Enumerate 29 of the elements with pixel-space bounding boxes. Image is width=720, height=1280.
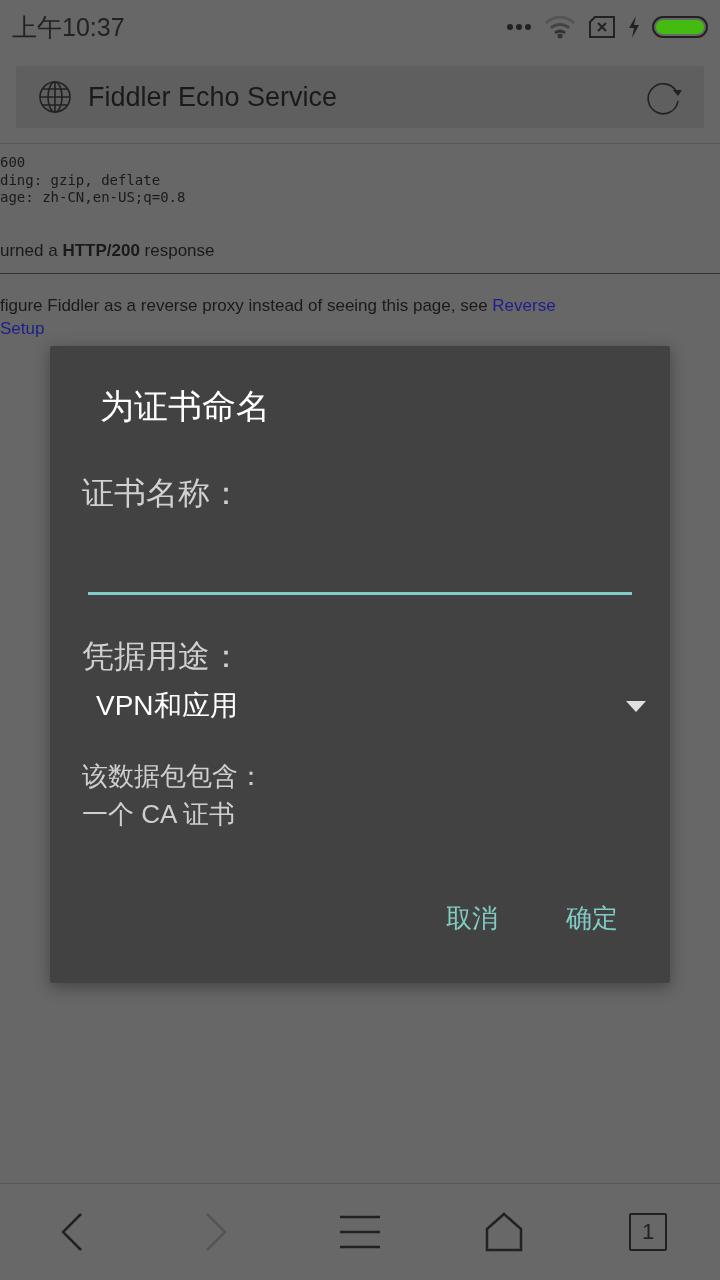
- dialog-button[interactable]: 确定: [552, 893, 632, 944]
- tabs-button[interactable]: 1: [629, 1213, 667, 1251]
- link[interactable]: Reverse: [492, 295, 556, 315]
- back-icon[interactable]: [59, 1212, 85, 1252]
- battery-icon: [652, 16, 708, 38]
- page-text: figure Fiddler as a reverse proxy instead of seeing this page, see Reverse: [0, 295, 556, 315]
- dropdown-arrow-icon: [626, 700, 646, 712]
- contents-label: 该数据包包含：: [82, 760, 264, 793]
- address-bar[interactable]: Fiddler Echo Service: [16, 66, 704, 128]
- status-time: 上午10:37: [12, 11, 125, 43]
- more-icon: [506, 23, 532, 31]
- field-label: 证书名称：: [82, 474, 242, 513]
- response-text: urned a HTTP/200 response: [0, 240, 216, 261]
- page-title: Fiddler Echo Service: [88, 81, 339, 113]
- wifi-icon: [544, 15, 576, 39]
- no-sim-icon: [588, 16, 616, 38]
- home-icon[interactable]: [485, 1212, 523, 1252]
- dialog-title: 为证书命名: [100, 386, 270, 427]
- charging-icon: [628, 16, 640, 38]
- dialog-button[interactable]: 取消: [432, 893, 512, 944]
- menu-icon[interactable]: [340, 1215, 380, 1249]
- globe-icon: [38, 80, 72, 114]
- field-label: 凭据用途：: [82, 637, 242, 676]
- code-line: ding: gzip, deflate: [0, 171, 162, 189]
- link[interactable]: Setup: [0, 318, 45, 338]
- contents-value: 一个 CA 证书: [82, 798, 236, 831]
- code-line: 600: [0, 154, 27, 172]
- code-line: age: zh-CN,en-US;q=0.8: [0, 189, 187, 207]
- dropdown[interactable]: VPN和应用: [96, 687, 646, 725]
